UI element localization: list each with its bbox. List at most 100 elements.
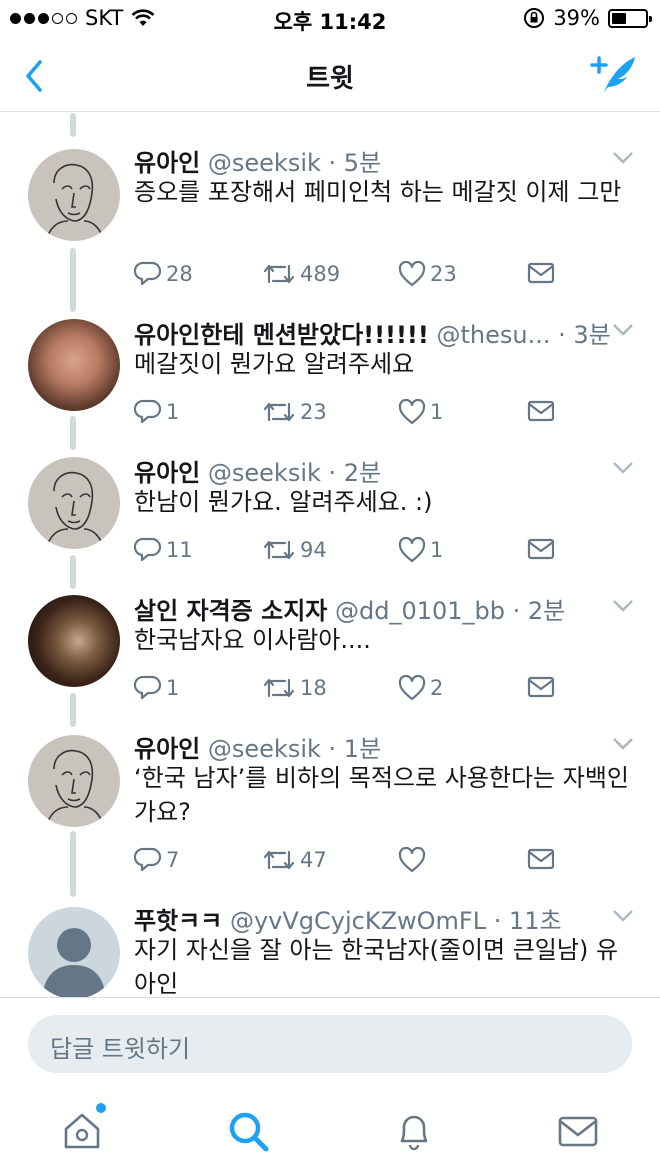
tab-bar [0,1089,660,1174]
reply-button[interactable]: 1 [134,675,179,701]
display-name[interactable]: 유아인 [134,149,200,177]
separator: · [320,459,344,487]
retweet-count: 47 [300,848,327,872]
retweet-icon [263,850,295,870]
display-name[interactable]: 살인 자격증 소지자 [134,597,327,625]
tab-search[interactable] [226,1109,270,1153]
direct-message-button[interactable] [527,847,555,871]
avatar[interactable] [28,457,120,549]
like-count: 23 [430,262,457,286]
reply-icon [134,399,162,424]
like-count: 1 [430,400,444,424]
tweet-text: ‘한국 남자’를 비하의 목적으로 사용한다는 자백인가요? [134,764,630,826]
envelope-icon [527,538,555,560]
chevron-down-icon[interactable] [612,461,634,475]
like-button[interactable] [398,847,430,873]
separator: · [550,321,574,349]
avatar[interactable] [28,149,120,241]
tweet-header: 유아인 @seeksik · 5분 [134,143,381,178]
tweet-text: 메갈짓이 뭔가요 알려주세요 [134,350,415,378]
display-name[interactable]: 유아인 [134,735,200,763]
display-name[interactable]: 푸핫ㅋㅋ [134,907,222,935]
user-handle[interactable]: @seeksik [208,735,321,763]
envelope-icon [527,676,555,698]
envelope-icon [527,262,555,284]
compose-tweet-icon[interactable] [590,52,638,96]
timestamp: 2분 [343,459,382,487]
retweet-button[interactable]: 23 [262,399,327,425]
chevron-down-icon[interactable] [612,599,634,613]
search-icon [229,1112,269,1152]
chevron-down-icon[interactable] [612,909,634,923]
retweet-button[interactable]: 47 [262,847,327,873]
retweet-button[interactable]: 18 [262,675,327,701]
direct-message-button[interactable] [527,537,555,561]
tweet[interactable]: 유아인 @seeksik · 2분 한남이 뭔가요. 알려주세요. :) 11 … [0,423,660,563]
like-count: 2 [430,676,444,700]
tab-notifications[interactable] [392,1109,436,1153]
new-content-badge [96,1103,106,1113]
timestamp: 5분 [343,149,382,177]
reply-icon [134,261,162,286]
separator: · [486,907,509,935]
like-button[interactable]: 23 [398,261,457,287]
reply-composer: 답글 트윗하기 [0,997,660,1089]
reply-input[interactable]: 답글 트윗하기 [28,1015,632,1073]
reply-count: 7 [166,848,180,872]
tweet-text: 한남이 뭔가요. 알려주세요. :) [134,488,433,516]
tweet[interactable]: 유아인 @seeksik · 5분 증오를 포장해서 페미인척 하는 메갈짓 이… [0,113,660,309]
status-bar: SKT 오후 11:42 39% [0,0,660,38]
retweet-icon [263,402,295,422]
avatar[interactable] [28,319,120,411]
heart-icon [398,537,426,563]
like-button[interactable]: 1 [398,537,443,563]
avatar[interactable] [28,735,120,827]
reply-button[interactable]: 11 [134,537,193,563]
tweet-text: 자기 자신을 잘 아는 한국남자(줄이면 큰일남) 유아인 [134,936,619,997]
user-handle[interactable]: @dd_0101_bb [335,597,505,625]
direct-message-button[interactable] [527,399,555,423]
direct-message-button[interactable] [527,675,555,699]
timestamp: 1분 [343,735,382,763]
reply-icon [134,675,162,700]
user-handle[interactable]: @yvVgCyjcKZwOmFL [230,907,486,935]
reply-button[interactable]: 1 [134,399,179,425]
retweet-count: 489 [300,262,341,286]
like-button[interactable]: 2 [398,675,443,701]
retweet-count: 18 [300,676,327,700]
home-icon [64,1113,100,1149]
tweet[interactable]: 유아인한테 멘션받았다!!!!!! @thesu... · 3분 메갈짓이 뭔가… [0,285,660,425]
retweet-button[interactable]: 94 [262,537,327,563]
user-handle[interactable]: @seeksik [208,149,321,177]
display-name[interactable]: 유아인한테 멘션받았다!!!!!! [134,321,429,349]
retweet-button[interactable]: 489 [262,261,340,287]
timestamp: 2분 [527,597,566,625]
notifications-icon [400,1115,428,1151]
tweet[interactable]: 살인 자격증 소지자 @dd_0101_bb · 2분 한국남자요 이사람아..… [0,561,660,701]
avatar[interactable] [28,907,120,997]
display-name[interactable]: 유아인 [134,459,200,487]
tweet[interactable]: 푸핫ㅋㅋ @yvVgCyjcKZwOmFL · 11초 자기 자신을 잘 아는 … [0,871,660,997]
heart-icon [398,261,426,287]
tweet[interactable]: 유아인 @seeksik · 1분 ‘한국 남자’를 비하의 목적으로 사용한다… [0,699,660,895]
tab-messages[interactable] [556,1109,600,1153]
tweet-header: 푸핫ㅋㅋ @yvVgCyjcKZwOmFL · 11초 [134,901,562,936]
like-button[interactable]: 1 [398,399,443,425]
reply-button[interactable]: 7 [134,847,179,873]
separator: · [320,149,344,177]
tab-home[interactable] [60,1103,106,1153]
avatar[interactable] [28,595,120,687]
tweet-header: 살인 자격증 소지자 @dd_0101_bb · 2분 [134,591,565,626]
tweet-thread[interactable]: 유아인 @seeksik · 5분 증오를 포장해서 페미인척 하는 메갈짓 이… [0,113,660,997]
direct-message-button[interactable] [527,261,555,285]
chevron-down-icon[interactable] [612,151,634,165]
chevron-down-icon[interactable] [612,737,634,751]
user-handle[interactable]: @thesu... [436,321,550,349]
user-handle[interactable]: @seeksik [208,459,321,487]
navigation-bar: 트윗 [0,38,660,112]
heart-icon [398,847,426,873]
chevron-down-icon[interactable] [612,323,634,337]
like-count: 1 [430,538,444,562]
tweet-text: 증오를 포장해서 페미인척 하는 메갈짓 이제 그만 [134,178,622,206]
reply-button[interactable]: 28 [134,261,193,287]
